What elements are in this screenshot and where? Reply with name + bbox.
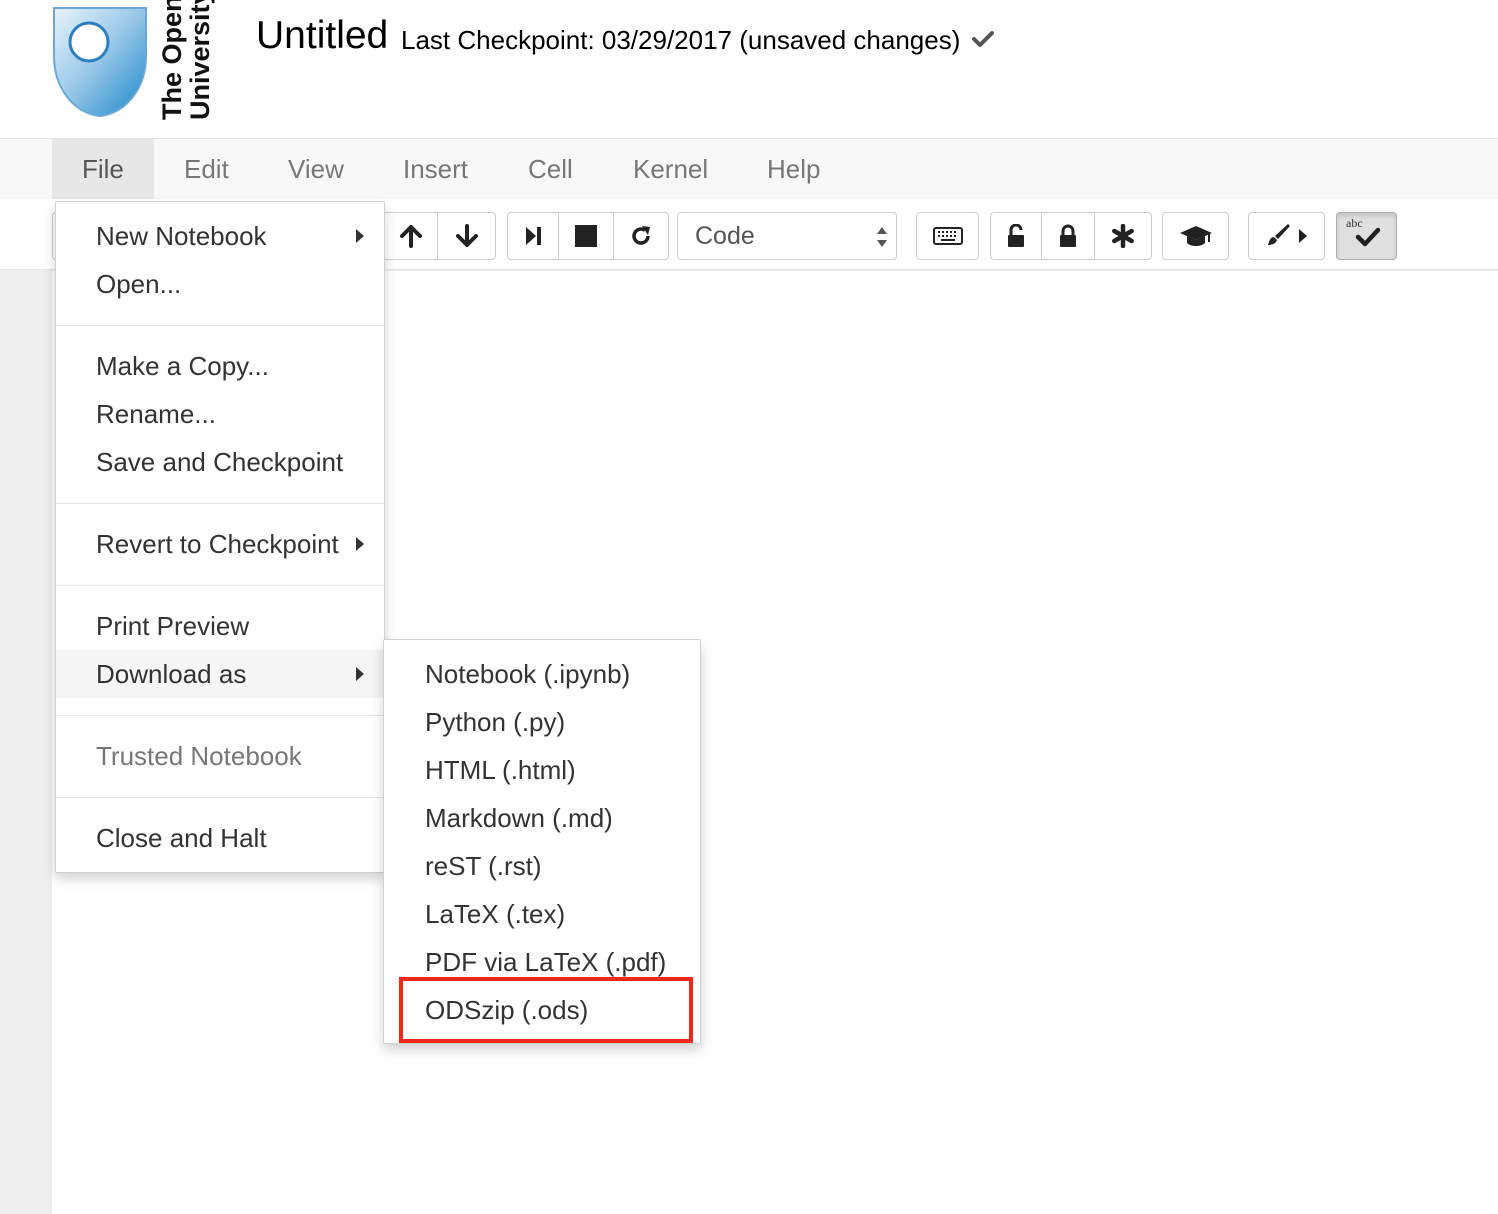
- menu-divider: [56, 325, 384, 326]
- caret-right-icon: [1298, 229, 1307, 243]
- file-save-checkpoint[interactable]: Save and Checkpoint: [56, 438, 384, 486]
- download-python[interactable]: Python (.py): [384, 698, 700, 746]
- lock-icon: [1060, 224, 1076, 247]
- download-rest[interactable]: reST (.rst): [384, 842, 700, 890]
- select-arrows-icon: [877, 227, 887, 247]
- file-new-notebook-label: New Notebook: [96, 221, 267, 251]
- menu-help[interactable]: Help: [737, 139, 850, 199]
- check-icon: [972, 31, 994, 47]
- spellcheck-toggle-button[interactable]: abc: [1336, 212, 1397, 260]
- cell-type-value: Code: [695, 222, 755, 250]
- menu-insert[interactable]: Insert: [373, 139, 498, 199]
- arrow-up-icon: [399, 225, 422, 248]
- download-ipynb[interactable]: Notebook (.ipynb): [384, 650, 700, 698]
- menu-edit[interactable]: Edit: [154, 139, 259, 199]
- assignment-button[interactable]: [1163, 213, 1228, 259]
- menu-divider: [56, 797, 384, 798]
- toolbar-style-group: [1248, 212, 1325, 260]
- lock-cell-button[interactable]: [1042, 213, 1095, 259]
- cell-type-select[interactable]: Code: [677, 212, 897, 260]
- toolbar-keyboard-group: [916, 212, 979, 260]
- toolbar-run-group: [507, 212, 669, 260]
- move-down-button[interactable]: [438, 213, 495, 259]
- file-revert-checkpoint-label: Revert to Checkpoint: [96, 529, 339, 559]
- restart-icon: [632, 226, 650, 245]
- download-markdown[interactable]: Markdown (.md): [384, 794, 700, 842]
- freeze-cell-button[interactable]: [1095, 213, 1151, 259]
- graduation-cap-icon: [1179, 226, 1212, 246]
- download-as-submenu: Notebook (.ipynb) Python (.py) HTML (.ht…: [383, 639, 701, 1044]
- file-print-preview[interactable]: Print Preview: [56, 602, 384, 650]
- download-pdf[interactable]: PDF via LaTeX (.pdf): [384, 938, 700, 986]
- keyboard-icon: [932, 227, 963, 245]
- toolbar-lock-group: [990, 212, 1152, 260]
- step-forward-icon: [526, 227, 541, 245]
- caret-right-icon: [356, 537, 364, 551]
- menu-view[interactable]: View: [258, 139, 374, 199]
- restart-kernel-button[interactable]: [614, 213, 668, 259]
- interrupt-kernel-button[interactable]: [559, 213, 614, 259]
- menu-divider: [56, 503, 384, 504]
- spellcheck-icon: [1355, 227, 1381, 247]
- caret-right-icon: [356, 667, 364, 681]
- file-close-halt[interactable]: Close and Halt: [56, 814, 384, 862]
- command-palette-button[interactable]: [917, 213, 978, 259]
- stop-icon: [575, 225, 597, 247]
- menu-file[interactable]: File: [52, 139, 154, 199]
- menu-cell[interactable]: Cell: [498, 139, 603, 199]
- file-download-as[interactable]: Download as: [56, 650, 384, 698]
- caret-right-icon: [356, 229, 364, 243]
- download-latex[interactable]: LaTeX (.tex): [384, 890, 700, 938]
- file-revert-checkpoint[interactable]: Revert to Checkpoint: [56, 520, 384, 568]
- move-up-button[interactable]: [385, 213, 439, 259]
- paint-brush-icon: [1267, 224, 1290, 245]
- asterisk-icon: [1112, 224, 1134, 248]
- file-open[interactable]: Open...: [56, 260, 384, 308]
- download-html[interactable]: HTML (.html): [384, 746, 700, 794]
- menu-divider: [56, 585, 384, 586]
- toolbar-grader-group: [1162, 212, 1229, 260]
- cell-style-button[interactable]: [1249, 213, 1324, 259]
- file-new-notebook[interactable]: New Notebook: [56, 212, 384, 260]
- file-menu-dropdown: New Notebook Open... Make a Copy... Rena…: [55, 201, 385, 873]
- open-university-wordmark: The Open University: [157, 0, 215, 120]
- file-download-as-label: Download as: [96, 659, 247, 689]
- notebook-header: The Open University Untitled Last Checkp…: [0, 0, 1498, 139]
- menu-divider: [56, 715, 384, 716]
- notebook-name[interactable]: Untitled: [256, 14, 388, 58]
- menubar: File Edit View Insert Cell Kernel Help: [0, 139, 1498, 199]
- unlock-cell-button[interactable]: [991, 213, 1042, 259]
- run-cell-button[interactable]: [508, 213, 559, 259]
- checkpoint-status: Last Checkpoint: 03/29/2017 (unsaved cha…: [401, 25, 961, 55]
- download-odszip[interactable]: ODSzip (.ods): [384, 986, 700, 1034]
- arrow-down-icon: [455, 224, 478, 247]
- open-university-logo[interactable]: [52, 6, 148, 118]
- file-make-copy[interactable]: Make a Copy...: [56, 342, 384, 390]
- menu-kernel[interactable]: Kernel: [603, 139, 738, 199]
- file-rename[interactable]: Rename...: [56, 390, 384, 438]
- unlock-icon: [1008, 224, 1024, 247]
- file-trusted-notebook: Trusted Notebook: [96, 741, 302, 771]
